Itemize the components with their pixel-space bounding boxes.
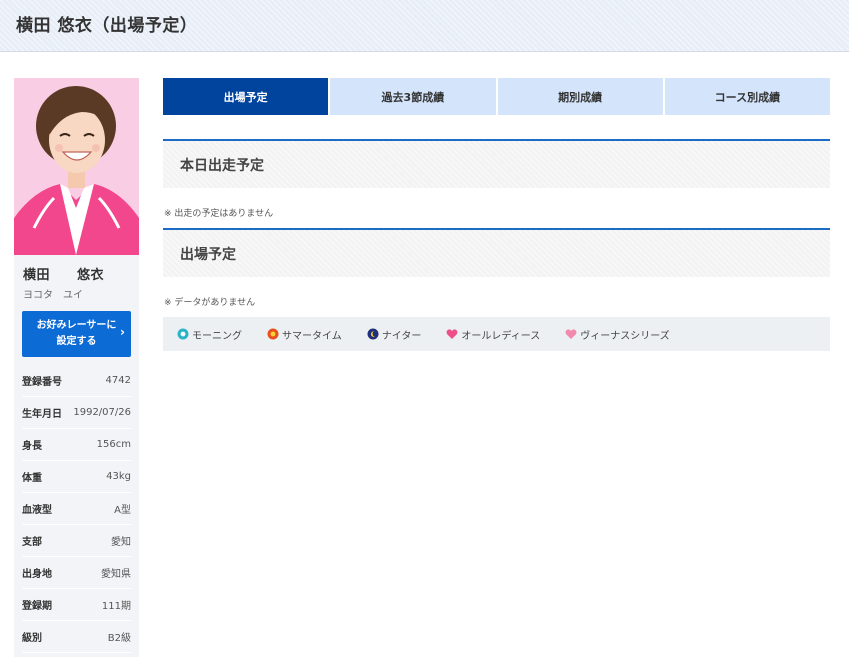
schedule-note: ※ データがありません	[164, 298, 256, 308]
section-title-schedule: 出場予定	[163, 228, 830, 277]
profile-info-row: 登録期 111期	[22, 589, 131, 621]
profile-info-list: 登録番号 4742 生年月日 1992/07/26 身長 156cm 体重 43kg 血液型 A型…	[14, 365, 139, 653]
morning-icon	[177, 328, 192, 340]
profile-info-label: 体重	[22, 473, 42, 484]
profile-info-label: 出身地	[22, 569, 52, 580]
profile-info-row: 身長 156cm	[22, 429, 131, 461]
profile-info-value: 愛知県	[101, 569, 131, 580]
section-title-today: 本日出走予定	[163, 139, 830, 188]
profile-info-value: 1992/07/26	[73, 407, 131, 418]
heart-icon	[565, 328, 580, 340]
legend-item: モーニング	[177, 327, 242, 342]
legend-label: モーニング	[192, 330, 242, 342]
page-title: 横田 悠衣（出場予定）	[16, 16, 198, 36]
tab-bar: 出場予定 過去3節成績 期別成績 コース別成績	[163, 78, 830, 115]
profile-info-row: 体重 43kg	[22, 461, 131, 493]
profile-info-label: 身長	[22, 441, 42, 452]
tab-term-results[interactable]: 期別成績	[497, 78, 663, 115]
profile-info-value: B2級	[107, 633, 131, 644]
racer-name: 横田 悠衣	[23, 268, 105, 283]
set-favorite-label: お好みレーサーに 設定する	[36, 320, 117, 347]
tab-course-results[interactable]: コース別成績	[664, 78, 830, 115]
page-header: 横田 悠衣（出場予定）	[0, 0, 849, 52]
set-favorite-button[interactable]: お好みレーサーに 設定する ›	[22, 311, 131, 357]
racer-profile-sidebar: 横田 悠衣 ヨコタ ユイ お好みレーサーに 設定する › 登録番号 4742 生年月…	[14, 78, 139, 657]
profile-info-row: 出身地 愛知県	[22, 557, 131, 589]
profile-info-row: 生年月日 1992/07/26	[22, 397, 131, 429]
today-race-section: 本日出走予定 ※ 出走の予定はありません	[163, 139, 830, 228]
legend-label: ヴィーナスシリーズ	[580, 330, 670, 342]
legend-item: オールレディース	[446, 327, 540, 342]
legend-label: ナイター	[381, 330, 422, 342]
profile-box: 横田 悠衣 ヨコタ ユイ お好みレーサーに 設定する › 登録番号 4742 生年月…	[14, 255, 139, 657]
profile-info-row: 支部 愛知	[22, 525, 131, 557]
profile-info-label: 生年月日	[22, 409, 62, 420]
profile-info-label: 登録番号	[22, 377, 62, 388]
profile-info-label: 登録期	[22, 601, 52, 612]
legend-label: オールレディース	[461, 330, 541, 342]
profile-info-value: 愛知	[111, 537, 131, 548]
profile-info-row: 登録番号 4742	[22, 365, 131, 397]
profile-info-value: A型	[114, 505, 131, 516]
racer-photo	[14, 78, 139, 255]
profile-info-row: 血液型 A型	[22, 493, 131, 525]
race-type-legend: モーニング サマータイム ナイター オールレディース ヴィーナスシリーズ	[163, 317, 830, 351]
profile-info-label: 血液型	[22, 505, 52, 516]
name-block: 横田 悠衣 ヨコタ ユイ	[14, 255, 139, 309]
heart-icon	[446, 328, 461, 340]
profile-info-label: 級別	[22, 633, 42, 644]
profile-info-value: 156cm	[96, 439, 131, 450]
racer-name-kana: ヨコタ ユイ	[23, 290, 83, 301]
legend-item: ナイター	[367, 327, 422, 342]
profile-info-label: 支部	[22, 537, 42, 548]
profile-info-value: 111期	[101, 601, 131, 612]
summertime-icon	[267, 328, 282, 340]
legend-label: サマータイム	[282, 330, 342, 342]
today-note: ※ 出走の予定はありません	[164, 209, 274, 219]
chevron-right-icon: ›	[120, 325, 125, 339]
main-content: 出場予定 過去3節成績 期別成績 コース別成績 本日出走予定 ※ 出走の予定はありませ…	[163, 78, 830, 351]
tab-past-3-sessions[interactable]: 過去3節成績	[330, 78, 496, 115]
tab-schedule[interactable]: 出場予定	[163, 78, 329, 115]
schedule-section: 出場予定 ※ データがありません	[163, 228, 830, 317]
legend-item: サマータイム	[267, 327, 342, 342]
nighter-icon	[367, 328, 382, 340]
legend-item: ヴィーナスシリーズ	[565, 327, 670, 342]
profile-info-value: 4742	[105, 375, 131, 386]
profile-info-value: 43kg	[106, 471, 131, 482]
profile-info-row: 級別 B2級	[22, 621, 131, 653]
